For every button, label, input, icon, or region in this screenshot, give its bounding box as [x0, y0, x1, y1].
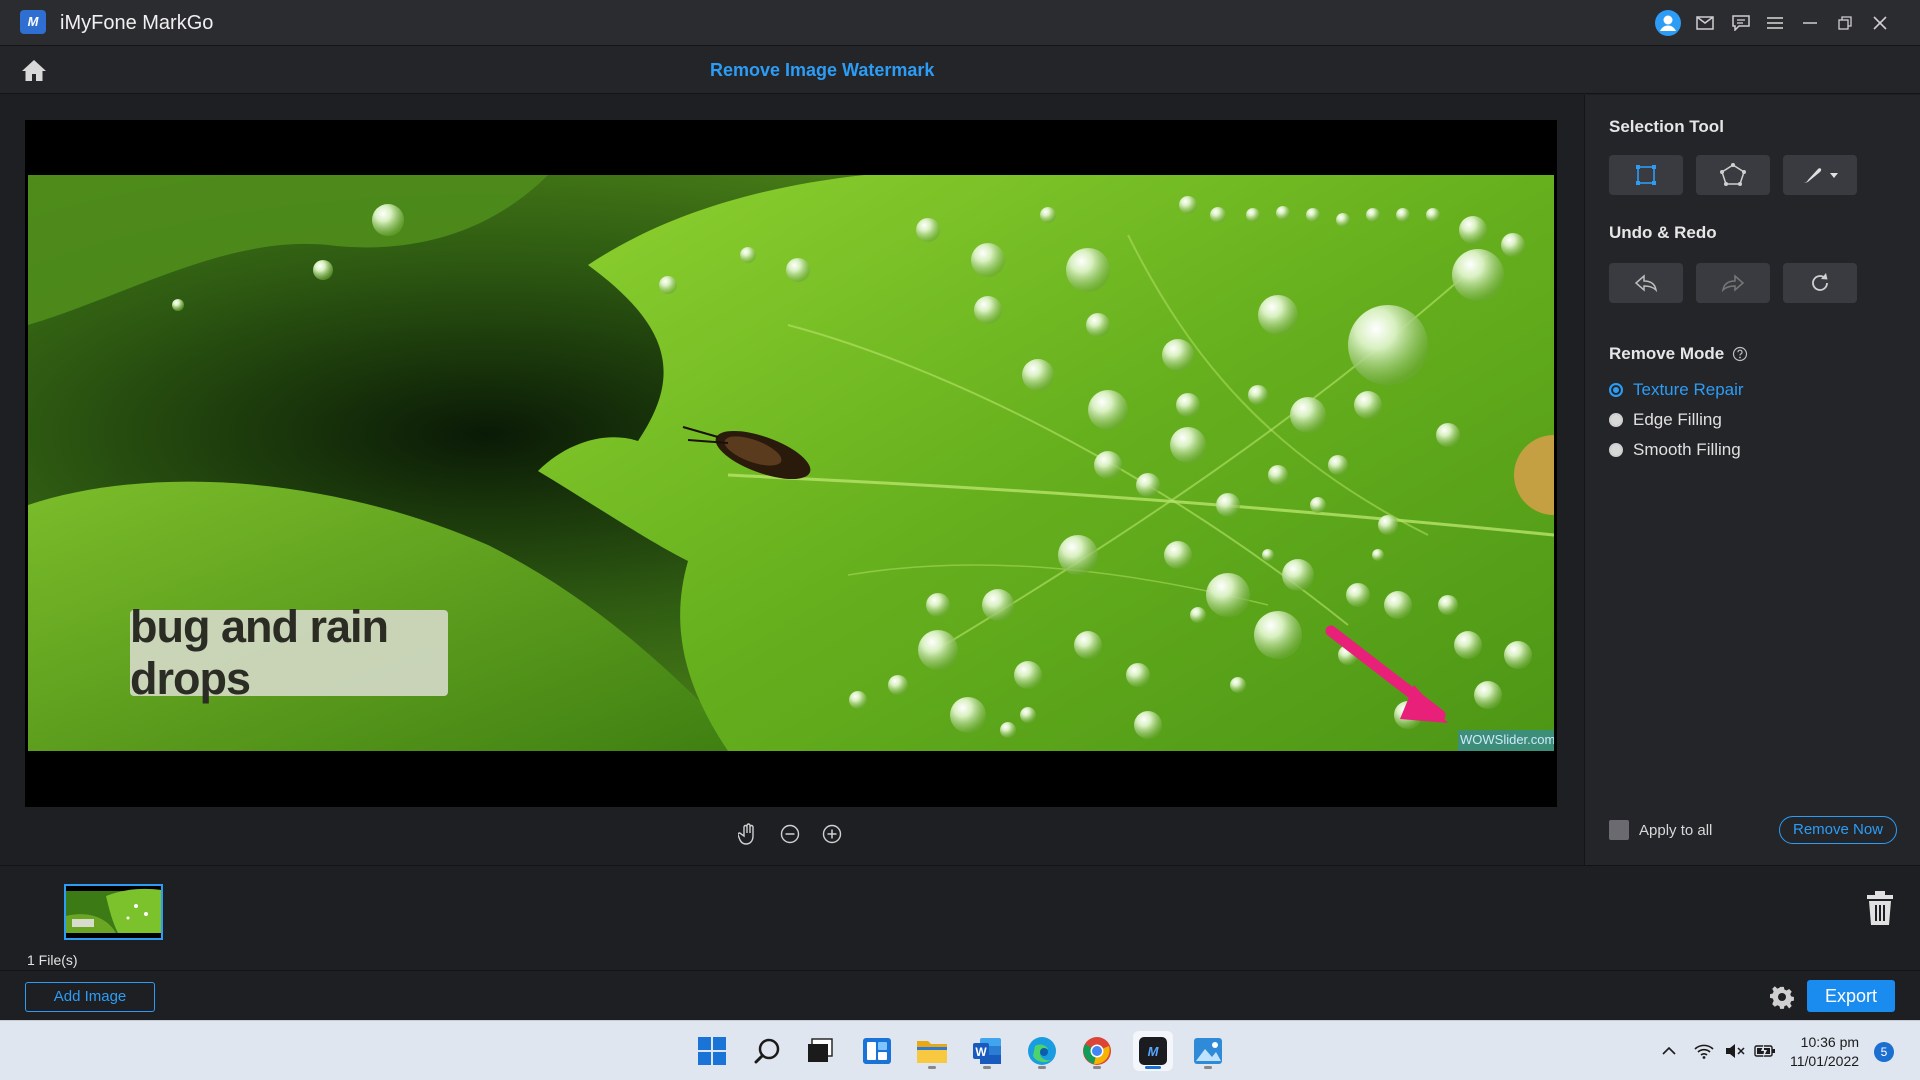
- zoom-out-icon[interactable]: [778, 822, 802, 846]
- tray-overflow-chevron-icon[interactable]: [1658, 1041, 1680, 1061]
- workspace: bug and rain drops WOWSlider.com: [0, 95, 1584, 865]
- export-button[interactable]: Export: [1807, 980, 1895, 1012]
- file-explorer-icon[interactable]: [912, 1031, 952, 1071]
- leaf-photo[interactable]: bug and rain drops WOWSlider.com: [28, 175, 1554, 751]
- widgets-icon[interactable]: [857, 1031, 897, 1071]
- task-view-icon[interactable]: [800, 1031, 840, 1071]
- home-icon[interactable]: [20, 56, 48, 84]
- active-indicator: [1145, 1066, 1161, 1069]
- chrome-icon[interactable]: [1077, 1031, 1117, 1071]
- page-title: Remove Image Watermark: [710, 60, 935, 80]
- mode-texture-repair[interactable]: Texture Repair: [1609, 380, 1744, 400]
- running-indicator: [1038, 1066, 1046, 1069]
- brush-icon: [1803, 168, 1838, 183]
- speaker-muted-icon[interactable]: [1724, 1041, 1746, 1061]
- menu-icon[interactable]: [1762, 10, 1788, 36]
- polygon-lasso-icon: [1720, 163, 1746, 186]
- edge-icon[interactable]: [1022, 1031, 1062, 1071]
- undo-redo-title: Undo & Redo: [1609, 223, 1717, 242]
- app-logo: M: [20, 10, 46, 34]
- remove-mode-title: Remove Mode: [1609, 344, 1725, 363]
- undo-button[interactable]: [1609, 263, 1683, 303]
- redo-button[interactable]: [1696, 263, 1770, 303]
- apply-to-all[interactable]: Apply to all: [1609, 820, 1712, 840]
- feedback-icon[interactable]: [1728, 10, 1754, 36]
- app-title: iMyFone MarkGo: [60, 12, 214, 34]
- restore-icon[interactable]: [1832, 10, 1858, 36]
- remove-now-button[interactable]: Remove Now: [1779, 816, 1897, 844]
- mode-edge-filling[interactable]: Edge Filling: [1609, 410, 1722, 430]
- action-bar: Add Image Export: [0, 970, 1920, 1020]
- search-icon[interactable]: [748, 1031, 788, 1071]
- running-indicator: [983, 1066, 991, 1069]
- running-indicator: [928, 1066, 936, 1069]
- brush-select-button[interactable]: [1783, 155, 1857, 195]
- notification-badge[interactable]: 5: [1874, 1042, 1894, 1062]
- word-icon[interactable]: W: [967, 1031, 1007, 1071]
- clock-date: 11/01/2022: [1790, 1053, 1860, 1069]
- radio-unselected[interactable]: [1609, 413, 1623, 427]
- account-icon[interactable]: [1655, 10, 1681, 36]
- file-strip: 1 File(s): [0, 865, 1920, 970]
- close-icon[interactable]: [1867, 10, 1893, 36]
- help-icon[interactable]: [1732, 346, 1748, 362]
- clock-time: 10:36 pm: [1800, 1034, 1860, 1050]
- settings-gear-icon[interactable]: [1768, 983, 1796, 1011]
- polygon-select-button[interactable]: [1696, 155, 1770, 195]
- mode-label: Edge Filling: [1633, 410, 1722, 429]
- image-canvas[interactable]: bug and rain drops WOWSlider.com: [25, 120, 1557, 807]
- header-bar: Remove Image Watermark: [0, 46, 1920, 94]
- redo-icon: [1721, 274, 1745, 292]
- remove-mode-header: Remove Mode: [1609, 344, 1748, 364]
- running-indicator: [1204, 1066, 1212, 1069]
- side-panel: Selection Tool Undo & Redo Remove Mode T…: [1584, 95, 1920, 865]
- running-indicator: [1093, 1066, 1101, 1069]
- selection-tool-title: Selection Tool: [1609, 117, 1724, 136]
- hand-pan-icon[interactable]: [736, 822, 760, 846]
- undo-icon: [1634, 274, 1658, 292]
- trash-icon[interactable]: [1862, 888, 1898, 928]
- rectangle-select-icon: [1636, 165, 1656, 185]
- add-image-button[interactable]: Add Image: [25, 982, 155, 1012]
- watermark-text: WOWSlider.com: [1460, 732, 1554, 747]
- zoom-toolbar: [736, 822, 844, 846]
- refresh-icon: [1812, 273, 1828, 291]
- minimize-icon[interactable]: [1797, 10, 1823, 36]
- apply-to-all-label: Apply to all: [1639, 821, 1713, 839]
- mode-label: Smooth Filling: [1633, 440, 1741, 459]
- file-count: 1 File(s): [27, 952, 78, 968]
- battery-charging-icon[interactable]: [1754, 1041, 1776, 1061]
- windows-taskbar: W M 10:36 pm 11/01/2022 5: [0, 1020, 1920, 1080]
- markgo-icon[interactable]: M: [1133, 1031, 1173, 1071]
- wifi-icon[interactable]: [1693, 1041, 1715, 1061]
- mail-icon[interactable]: [1692, 10, 1718, 36]
- start-icon[interactable]: [692, 1031, 732, 1071]
- reset-button[interactable]: [1783, 263, 1857, 303]
- rectangle-select-button[interactable]: [1609, 155, 1683, 195]
- apply-to-all-checkbox[interactable]: [1609, 820, 1629, 840]
- radio-selected[interactable]: [1609, 383, 1623, 397]
- svg-text:M: M: [1148, 1044, 1160, 1059]
- mode-label: Texture Repair: [1633, 380, 1744, 399]
- file-thumbnail[interactable]: [64, 884, 163, 940]
- photos-icon[interactable]: [1188, 1031, 1228, 1071]
- title-bar: M iMyFone MarkGo: [0, 0, 1920, 46]
- caption-text: bug and rain drops: [130, 601, 389, 704]
- mode-smooth-filling[interactable]: Smooth Filling: [1609, 440, 1741, 460]
- zoom-in-icon[interactable]: [820, 822, 844, 846]
- radio-unselected[interactable]: [1609, 443, 1623, 457]
- svg-text:W: W: [975, 1045, 987, 1059]
- system-clock[interactable]: 10:36 pm 11/01/2022: [1790, 1033, 1859, 1071]
